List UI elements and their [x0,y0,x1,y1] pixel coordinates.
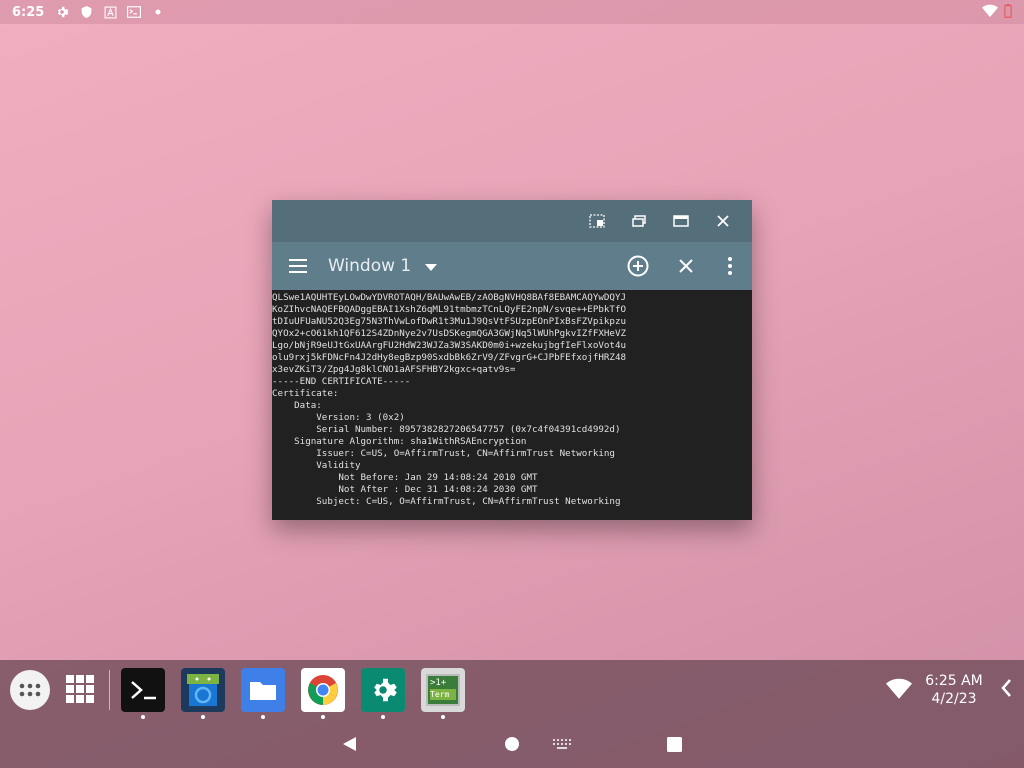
running-indicator [141,715,145,719]
status-time: 6:25 [12,4,45,20]
window-selector[interactable]: Window 1 [328,256,438,276]
dot-icon [150,4,166,20]
fullscreen-icon[interactable] [662,202,700,240]
terminal-line: QLSwe1AQUHTEyLOwDwYDVROTAQH/BAUwAwEB/zAO… [272,292,627,303]
terminal-line: x3evZKiT3/Zpg4Jg8klCNO1aAFSFHBY2kgxc+qat… [272,364,516,375]
chrome-app-icon[interactable] [301,668,345,719]
terminal-line: QYOx2+cO61kh1QF612S4ZDnNye2v7UsDSKegmQGA… [272,328,627,339]
overflow-menu-icon[interactable] [708,242,752,290]
running-indicator [261,715,265,719]
terminal-line: Certificate: [272,388,339,399]
terminal-window: Window 1 QLSwe1AQUHTEyLOwDwYDVROTAQH/BAU… [272,200,752,520]
home-icon[interactable] [500,732,524,756]
taskbar: >1+ Term 6:25 AM 4/2/23 [0,660,1024,720]
android-studio-app-icon[interactable] [181,668,225,719]
terminal-line: Signature Algorithm: sha1WithRSAEncrypti… [272,436,527,447]
term-app-icon[interactable]: >1+ Term [421,668,465,719]
a-box-icon [102,4,118,20]
terminal-line: Serial Number: 8957382827206547757 (0x7c… [272,424,621,435]
running-indicator [381,715,385,719]
terminal-line: Data: [272,400,322,411]
chevron-left-icon[interactable] [1000,678,1012,704]
terminal-line: Version: 3 (0x2) [272,412,405,423]
recents-icon[interactable] [662,732,686,756]
terminal-line: tDIuUFUaNU52Q3Eg75N3ThVwLofDwR1t3Mu1J9Qs… [272,316,627,327]
shield-icon [78,4,94,20]
app-toolbar: Window 1 [272,242,752,290]
taskbar-clock[interactable]: 6:25 AM 4/2/23 [920,672,988,708]
add-circle-icon[interactable] [612,242,664,290]
running-indicator [201,715,205,719]
files-app-icon[interactable] [241,668,285,719]
all-apps-grid-icon[interactable] [66,675,96,705]
taskbar-divider [109,670,110,710]
settings-app-icon[interactable] [361,668,405,719]
back-icon[interactable] [338,732,362,756]
clock-time: 6:25 AM [925,673,983,689]
terminal-app-icon[interactable] [121,668,165,719]
hamburger-icon[interactable] [272,242,324,290]
caret-down-icon [425,256,438,276]
term-icon-label: Term [430,689,456,700]
wifi-icon[interactable] [886,678,912,704]
close-icon[interactable] [704,202,742,240]
running-indicator [441,715,445,719]
terminal-line: Lgo/bNjR9eUJtGxUAArgFU2HdW23WJZa3W3SAKD0… [272,340,627,351]
wifi-icon [982,4,998,22]
maximize-icon[interactable] [620,202,658,240]
terminal-line: olu9rxj5kFDNcFn4J2dHy8egBzp90SxdbBk6ZrV9… [272,352,627,363]
app-launcher-button[interactable] [10,670,50,710]
terminal-line: Not After : Dec 31 14:08:24 2030 GMT [272,484,538,495]
close-session-icon[interactable] [664,242,708,290]
keyboard-icon[interactable] [550,732,574,756]
clock-date: 4/2/23 [931,691,977,707]
terminal-line: Not Before: Jan 29 14:08:24 2010 GMT [272,472,538,483]
terminal-line: Issuer: C=US, O=AffirmTrust, CN=AffirmTr… [272,448,615,459]
restore-icon[interactable] [578,202,616,240]
terminal-line: Subject: C=US, O=AffirmTrust, CN=AffirmT… [272,496,621,507]
settings-icon [54,4,70,20]
terminal-line: Validity [272,460,361,471]
terminal-line: -----END CERTIFICATE----- [272,376,411,387]
terminal-box-icon [126,4,142,20]
running-indicator [321,715,325,719]
navigation-bar [0,720,1024,768]
status-bar: 6:25 [0,0,1024,24]
window-titlebar[interactable] [272,200,752,242]
term-icon-prompt: >1+ [430,678,447,688]
terminal-line: KoZIhvcNAQEFBQADggEBAI1XshZ6qML91tmbmzTC… [272,304,627,315]
battery-icon [1004,4,1012,22]
terminal-output[interactable]: QLSwe1AQUHTEyLOwDwYDVROTAQH/BAUwAwEB/zAO… [272,290,752,520]
term-icon-screen: >1+ Term [426,674,460,706]
window-title: Window 1 [328,256,412,276]
